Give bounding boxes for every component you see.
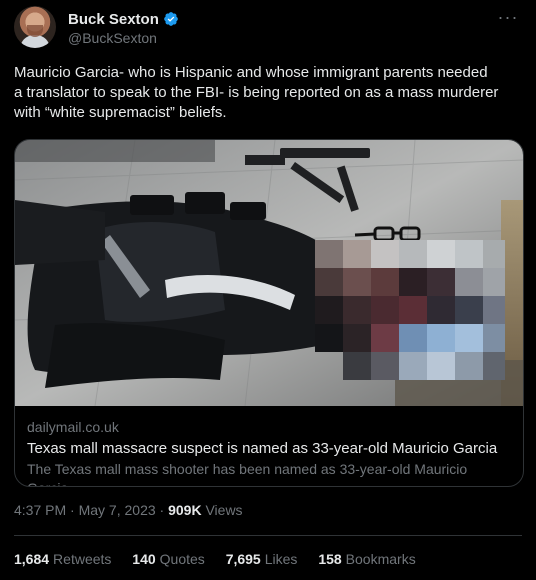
tweet-text: Mauricio Garcia- who is Hispanic and who… xyxy=(14,64,499,121)
retweets-label: Retweets xyxy=(53,551,112,567)
tweet-timestamp: 4:37 PM · May 7, 2023 · 909K Views xyxy=(14,502,243,518)
bookmarks-stat[interactable]: 158 Bookmarks xyxy=(318,551,415,567)
quotes-stat[interactable]: 140 Quotes xyxy=(132,551,205,567)
views-label: Views xyxy=(201,502,243,518)
author-handle[interactable]: @BuckSexton xyxy=(68,30,157,46)
divider xyxy=(14,535,522,536)
author-name-row: Buck Sexton xyxy=(68,9,179,29)
author-name[interactable]: Buck Sexton xyxy=(68,11,159,28)
quotes-count: 140 xyxy=(132,551,156,567)
tweet-date[interactable]: May 7, 2023 xyxy=(79,502,156,518)
tweet-time[interactable]: 4:37 PM xyxy=(14,502,66,518)
card-image[interactable] xyxy=(15,140,523,406)
retweets-stat[interactable]: 1,684 Retweets xyxy=(14,551,111,567)
bookmarks-label: Bookmarks xyxy=(345,551,416,567)
card-domain: dailymail.co.uk xyxy=(27,419,119,435)
meta-separator: · xyxy=(66,502,79,518)
bookmarks-count: 158 xyxy=(318,551,342,567)
quotes-label: Quotes xyxy=(159,551,205,567)
tweet-header: Buck Sexton @BuckSexton ··· xyxy=(14,6,522,54)
link-card[interactable]: dailymail.co.uk Texas mall massacre susp… xyxy=(14,139,524,487)
views-count: 909K xyxy=(168,502,202,518)
card-meta: dailymail.co.uk Texas mall massacre susp… xyxy=(27,419,511,486)
card-title[interactable]: Texas mall massacre suspect is named as … xyxy=(27,439,511,459)
verified-badge-icon xyxy=(164,12,178,26)
meta-separator: · xyxy=(155,502,169,518)
card-description: The Texas mall mass shooter has been nam… xyxy=(27,461,468,486)
card-photo-illustration xyxy=(15,140,523,406)
more-options-icon[interactable]: ··· xyxy=(494,8,522,30)
likes-label: Likes xyxy=(264,551,298,567)
engagement-stats: 1,684 Retweets 140 Quotes 7,695 Likes 158 Bo… xyxy=(14,551,433,567)
retweets-count: 1,684 xyxy=(14,551,50,567)
likes-count: 7,695 xyxy=(225,551,261,567)
likes-stat[interactable]: 7,695 Likes xyxy=(226,551,298,567)
avatar[interactable] xyxy=(14,6,56,48)
